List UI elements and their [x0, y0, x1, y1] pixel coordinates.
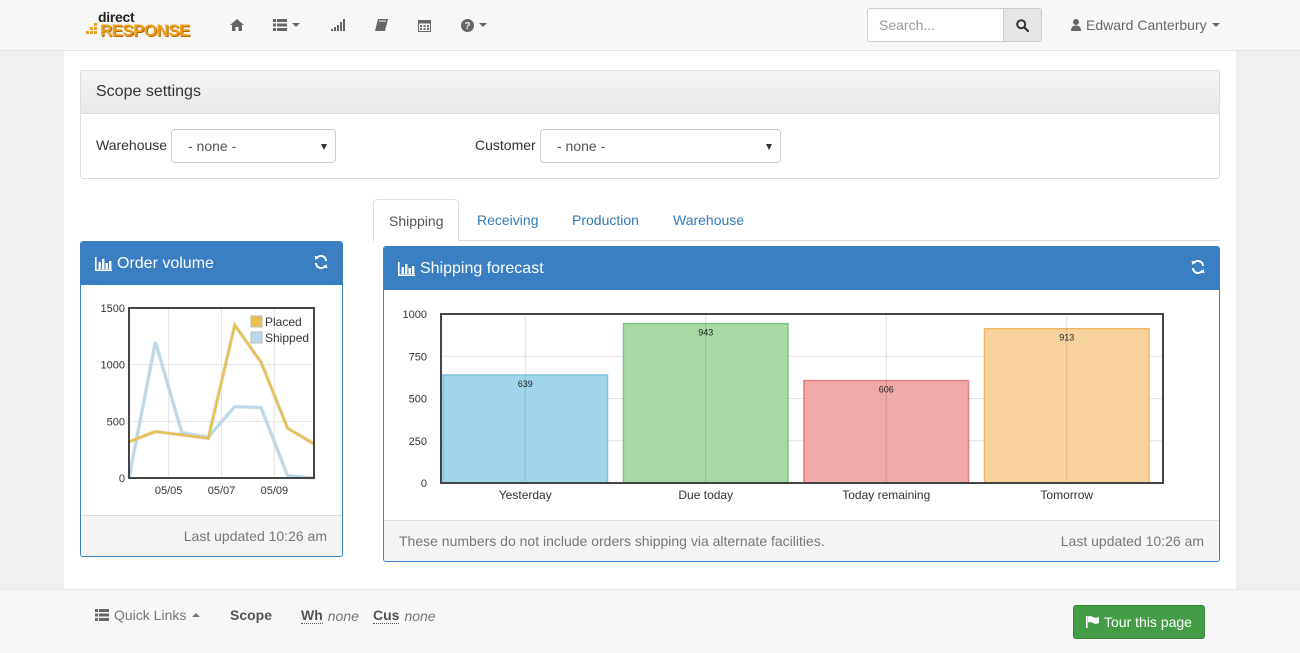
- book-icon[interactable]: [375, 16, 388, 34]
- calendar-icon[interactable]: [418, 16, 431, 34]
- chevron-up-icon: [192, 613, 201, 617]
- logo-dots-icon: [86, 23, 97, 34]
- scope-customer: Cus none: [373, 607, 436, 624]
- shipping-forecast-panel: Shipping forecast 0 250 500 750 1000 639 Yeste…: [383, 246, 1220, 562]
- customer-select-value: - none -: [557, 138, 606, 154]
- shipping-forecast-note: These numbers do not include orders ship…: [399, 533, 825, 549]
- refresh-icon[interactable]: [1191, 260, 1205, 274]
- list-icon: [273, 19, 287, 31]
- tab-production[interactable]: Production: [557, 199, 654, 241]
- help-menu-button[interactable]: ?: [461, 16, 487, 34]
- tour-this-page-button[interactable]: Tour this page: [1073, 605, 1205, 639]
- top-navbar: direct RESPONSE ? Search... Edward Cante…: [0, 0, 1300, 51]
- refresh-icon[interactable]: [314, 255, 328, 269]
- user-icon: [1071, 19, 1081, 31]
- order-volume-updated: Last updated 10:26 am: [183, 528, 327, 544]
- bar-value-label: 639: [518, 379, 533, 389]
- x-tick-label: Due today: [678, 488, 733, 502]
- svg-text:?: ?: [464, 21, 470, 32]
- bar-chart-icon: [398, 261, 415, 276]
- bar-chart-icon: [95, 256, 112, 271]
- shipping-forecast-updated: Last updated 10:26 am: [1060, 533, 1204, 549]
- y-tick-label: 1000: [101, 360, 125, 372]
- order-volume-header: Order volume: [81, 242, 342, 285]
- warehouse-label: Warehouse: [96, 137, 168, 153]
- chevron-down-icon: [292, 23, 300, 27]
- bar-value-label: 943: [698, 328, 713, 338]
- scope-settings-title: Scope settings: [81, 71, 1219, 114]
- chevron-down-icon: [321, 144, 327, 150]
- y-tick-label: 0: [119, 473, 125, 485]
- y-tick-label: 1500: [101, 303, 125, 315]
- quick-links-label: Quick Links: [114, 607, 187, 623]
- search-button[interactable]: [1003, 9, 1041, 41]
- bar-value-label: 606: [879, 385, 894, 395]
- tab-shipping[interactable]: Shipping: [373, 199, 459, 242]
- y-tick-label: 0: [421, 478, 427, 490]
- tab-receiving[interactable]: Receiving: [462, 199, 553, 241]
- customer-label: Customer: [475, 137, 536, 153]
- scope-customer-label: Cus: [373, 607, 400, 624]
- shipping-forecast-header: Shipping forecast: [384, 247, 1219, 290]
- order-volume-panel: Order volume 0 500 1000 1500 05/05 05/07 05/09…: [80, 241, 343, 557]
- dashboard-tabs: Shipping Receiving Production Warehouse: [373, 199, 1220, 242]
- x-tick-label: 05/07: [208, 485, 236, 497]
- home-icon[interactable]: [230, 16, 244, 34]
- order-volume-title: Order volume: [117, 254, 214, 272]
- order-volume-chart: 0 500 1000 1500 05/05 05/07 05/09 Placed Shipped: [101, 303, 316, 497]
- scope-customer-value: none: [404, 607, 436, 624]
- list-icon: [95, 609, 109, 621]
- help-icon: ?: [461, 18, 474, 32]
- order-volume-footer: Last updated 10:26 am: [81, 515, 342, 556]
- warehouse-select[interactable]: - none -: [171, 129, 336, 163]
- legend-swatch: [250, 315, 263, 328]
- search-group: [867, 8, 1042, 42]
- y-tick-label: 500: [409, 394, 427, 406]
- search-icon: [1016, 18, 1029, 32]
- scope-warehouse-value: none: [327, 607, 359, 624]
- y-tick-label: 750: [409, 351, 427, 363]
- legend-label: Placed: [265, 315, 302, 329]
- main-container: Scope settings Warehouse - none - Custom…: [64, 51, 1236, 589]
- x-tick-label: 05/05: [155, 485, 183, 497]
- tab-warehouse[interactable]: Warehouse: [658, 199, 759, 241]
- scope-warehouse-label: Wh: [301, 607, 323, 624]
- signal-icon[interactable]: [331, 16, 346, 34]
- y-tick-label: 1000: [403, 309, 427, 321]
- chevron-down-icon: [766, 144, 772, 150]
- y-tick-label: 250: [409, 436, 427, 448]
- shipping-forecast-title: Shipping forecast: [420, 259, 544, 277]
- quick-links-toggle[interactable]: Quick Links: [95, 607, 201, 623]
- x-tick-label: Today remaining: [842, 488, 930, 502]
- flag-icon: [1086, 616, 1100, 628]
- tour-button-label: Tour this page: [1104, 614, 1192, 630]
- chevron-down-icon: [479, 23, 487, 27]
- scope-warehouse: Wh none: [301, 607, 359, 624]
- x-tick-label: 05/09: [261, 485, 289, 497]
- bottom-bar: Quick Links Scope Wh none Cus none Tour …: [0, 589, 1300, 653]
- search-input[interactable]: [868, 9, 1004, 41]
- brand-logo[interactable]: direct RESPONSE: [86, 9, 194, 41]
- legend-label: Shipped: [265, 331, 309, 345]
- customer-select[interactable]: - none -: [540, 129, 781, 163]
- x-tick-label: Tomorrow: [1040, 488, 1093, 502]
- warehouse-select-value: - none -: [188, 138, 237, 154]
- bar-value-label: 913: [1059, 333, 1074, 343]
- x-tick-label: Yesterday: [499, 488, 552, 502]
- shipping-forecast-chart: 0 250 500 750 1000 639 Yesterday 943 Due today 60…: [403, 309, 1164, 502]
- list-menu-button[interactable]: [273, 16, 300, 34]
- user-menu[interactable]: Edward Canterbury: [1071, 16, 1220, 34]
- scope-label: Scope: [230, 607, 273, 623]
- y-tick-label: 500: [107, 416, 125, 428]
- brand-line2: RESPONSE: [100, 21, 190, 40]
- user-name: Edward Canterbury: [1086, 17, 1207, 33]
- scope-settings-panel: Scope settings Warehouse - none - Custom…: [80, 70, 1220, 179]
- shipping-forecast-footer: These numbers do not include orders ship…: [384, 520, 1219, 561]
- legend-swatch: [250, 331, 263, 344]
- chevron-down-icon: [1211, 23, 1220, 27]
